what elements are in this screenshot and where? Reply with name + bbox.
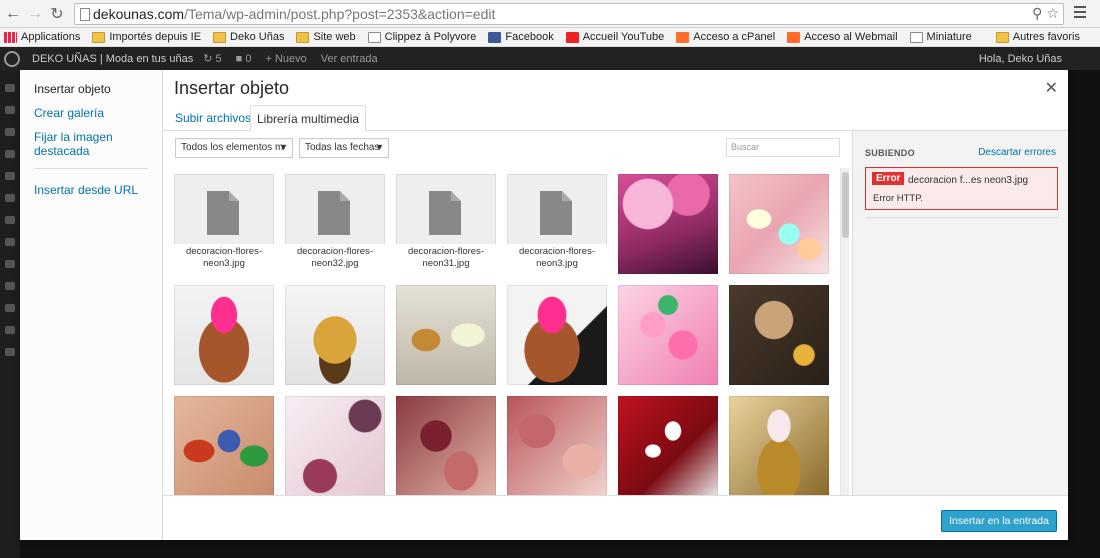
attachment-image[interactable] — [285, 285, 385, 385]
close-icon[interactable]: ✕ — [1045, 78, 1058, 98]
upload-error: Error decoracion f...es neon3.jpg Error … — [865, 167, 1058, 210]
document-icon — [207, 191, 239, 235]
media-filters: Todos los elementos m ▼ Todas las fechas ▼ — [175, 138, 389, 158]
bookmark-imported[interactable]: Importés depuis IE — [92, 31, 201, 43]
zoom-icon[interactable]: ⚲ — [1032, 5, 1042, 22]
folder-icon — [296, 31, 310, 43]
attachment-file[interactable]: decoracion-flores-neon3.jpg — [507, 174, 607, 274]
hamburger-menu-icon[interactable] — [1074, 6, 1086, 20]
uploading-heading: SUBIENDO — [865, 148, 915, 158]
media-tabs: Subir archivos Librería multimedia — [163, 105, 1068, 132]
attachment-image[interactable] — [174, 285, 274, 385]
attachment-image[interactable] — [729, 396, 829, 496]
modal-title: Insertar objeto — [174, 78, 290, 98]
attachment-image[interactable] — [618, 285, 718, 385]
updates-count[interactable]: ↻ 5 — [203, 52, 221, 65]
address-bar[interactable]: dekounas.com/Tema/wp-admin/post.php?post… — [74, 3, 1064, 25]
dismiss-errors-link[interactable]: Descartar errores — [978, 147, 1056, 158]
bookmark-site-web[interactable]: Site web — [296, 31, 356, 43]
bookmark-miniature[interactable]: Miniature — [909, 31, 972, 43]
attachment-filename: decoracion-flores-neon32.jpg — [285, 244, 385, 274]
menu-insert-from-url[interactable]: Insertar desde URL — [20, 183, 162, 197]
attachment-file[interactable]: decoracion-flores-neon3.jpg — [174, 174, 274, 274]
star-icon[interactable]: ☆ — [1046, 5, 1059, 22]
page-icon — [80, 8, 90, 21]
media-menu: Insertar objeto Crear galería Fijar la i… — [20, 70, 163, 540]
attachment-filename: decoracion-flores-neon3.jpg — [507, 244, 607, 274]
attachment-image[interactable] — [618, 396, 718, 496]
search-input[interactable]: Buscar — [726, 138, 840, 157]
reload-icon[interactable]: ↻ — [46, 3, 68, 25]
document-icon — [540, 191, 572, 235]
bookmark-deko[interactable]: Deko Uñas — [213, 31, 284, 43]
back-arrow-icon[interactable]: ← — [2, 3, 24, 25]
tab-upload-files[interactable]: Subir archivos — [169, 105, 257, 131]
forward-arrow-icon[interactable]: → — [24, 3, 46, 25]
attachment-image[interactable] — [396, 285, 496, 385]
tab-media-library[interactable]: Librería multimedia — [250, 105, 367, 132]
url-path: /Tema/wp-admin/post.php?post=2353&action… — [184, 6, 496, 22]
bookmark-applications[interactable]: Applications — [4, 31, 80, 43]
url-host: dekounas.com — [93, 6, 185, 22]
attachment-filename: decoracion-flores-neon3.jpg — [174, 244, 274, 274]
folder-icon — [213, 31, 227, 43]
new-item[interactable]: + Nuevo — [265, 53, 306, 65]
youtube-icon — [565, 31, 579, 43]
browser-toolbar: ← → ↻ dekounas.com/Tema/wp-admin/post.ph… — [0, 0, 1100, 28]
attachment-image[interactable] — [618, 174, 718, 274]
menu-separator — [34, 168, 148, 169]
dropdown-arrow-icon: ▼ — [375, 142, 384, 152]
comments-count[interactable]: ■ 0 — [236, 53, 252, 65]
site-name[interactable]: DEKO UÑAS | Moda en tus uñas — [32, 53, 193, 65]
attachment-image[interactable] — [507, 285, 607, 385]
cpanel-icon — [787, 31, 801, 43]
error-badge: Error — [872, 172, 905, 185]
bookmark-facebook[interactable]: Facebook — [488, 31, 554, 43]
bookmark-cpanel[interactable]: Acceso a cPanel — [676, 31, 775, 43]
folder-icon — [92, 31, 106, 43]
document-icon — [429, 191, 461, 235]
media-toolbar: Insertar en la entrada — [163, 495, 1068, 540]
bookmark-webmail[interactable]: Acceso al Webmail — [787, 31, 898, 43]
filter-type-select[interactable]: Todos los elementos m ▼ — [175, 138, 293, 158]
menu-insert-media[interactable]: Insertar objeto — [20, 82, 162, 96]
filter-date-select[interactable]: Todas las fechas ▼ — [299, 138, 389, 158]
menu-featured-image[interactable]: Fijar la imagen destacada — [20, 130, 162, 158]
bookmark-youtube[interactable]: Accueil YouTube — [565, 31, 664, 43]
page-icon — [367, 31, 381, 43]
attachment-image[interactable] — [174, 396, 274, 496]
wp-admin-bar: DEKO UÑAS | Moda en tus uñas ↻ 5 ■ 0 + N… — [0, 47, 1100, 70]
attachment-image[interactable] — [729, 285, 829, 385]
admin-side-menu — [0, 70, 20, 558]
upload-sidebar: SUBIENDO Descartar errores Error decorac… — [852, 131, 1068, 495]
folder-icon — [995, 31, 1009, 43]
attachment-file[interactable]: decoracion-flores-neon31.jpg — [396, 174, 496, 274]
view-post-link[interactable]: Ver entrada — [321, 53, 378, 65]
grid-scrollbar[interactable] — [840, 168, 849, 495]
page-icon — [909, 31, 923, 43]
document-icon — [318, 191, 350, 235]
attachment-image[interactable] — [396, 396, 496, 496]
scrollbar-thumb[interactable] — [842, 172, 849, 238]
cpanel-icon — [676, 31, 690, 43]
dropdown-arrow-icon: ▼ — [279, 142, 288, 152]
wordpress-icon[interactable] — [4, 50, 20, 67]
attachments-grid: decoracion-flores-neon3.jpg decoracion-f… — [163, 166, 852, 496]
attachment-image[interactable] — [729, 174, 829, 274]
bookmarks-bar: Applications Importés depuis IE Deko Uña… — [0, 28, 1100, 47]
error-filename: decoracion f...es neon3.jpg — [908, 175, 1029, 186]
insert-into-post-button[interactable]: Insertar en la entrada — [941, 510, 1057, 532]
attachment-image[interactable] — [285, 396, 385, 496]
facebook-icon — [488, 31, 502, 43]
apps-icon — [4, 31, 17, 43]
sidebar-separator — [865, 217, 1058, 218]
attachment-file[interactable]: decoracion-flores-neon32.jpg — [285, 174, 385, 274]
user-greeting[interactable]: Hola, Deko Uñas — [979, 53, 1062, 65]
attachment-filename: decoracion-flores-neon31.jpg — [396, 244, 496, 274]
menu-create-gallery[interactable]: Crear galería — [20, 106, 162, 120]
bookmark-polyvore[interactable]: Clippez à Polyvore — [367, 31, 476, 43]
attachment-image[interactable] — [507, 396, 607, 496]
error-message: Error HTTP. — [873, 193, 923, 204]
bookmark-other[interactable]: Autres favoris — [995, 31, 1080, 43]
